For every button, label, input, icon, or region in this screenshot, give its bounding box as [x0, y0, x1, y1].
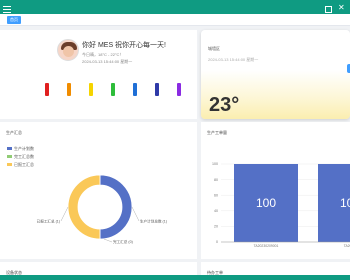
weather-location: 城墙区 [208, 46, 220, 51]
donut-slice-label: 完工汇总 (0) [113, 239, 133, 244]
tab-bar: 首页 [0, 14, 350, 26]
production-donut-chart: 生产计划总数 (1) 已报工汇总 (1) 完工汇总 (0) [37, 174, 167, 244]
avatar [57, 39, 79, 61]
bar-value-label: 100 [340, 196, 350, 210]
donut-slice-label: 生产计划总数 (1) [140, 219, 167, 224]
production-summary-card: 生产汇总 生产计划数 完工汇总数 已报工汇总 生产计划总数 (1) 已报工汇总 (… [0, 122, 197, 259]
color-bar [177, 83, 181, 96]
y-tick-label: 100 [212, 162, 218, 166]
weather-card: 城墙区 2024-03-13 15:44:00 星期一 23° [201, 30, 350, 119]
y-tick-label: 80 [214, 178, 218, 182]
work-order-bar-chart: 0 20 40 60 80 100 100 TA20230209001 100 TA202... [212, 162, 350, 248]
weather-summary: 今日晴，18°C - 22°C！ [82, 52, 124, 57]
donut-slice[interactable] [67, 174, 101, 240]
donut-slice[interactable] [99, 174, 133, 240]
color-bar [89, 83, 93, 96]
welcome-card: 你好 MES 祝你开心每一天! 今日晴，18°C - 22°C！ 2024-03… [0, 30, 197, 119]
y-tick-label: 20 [214, 225, 218, 229]
temperature: 23° [209, 94, 240, 116]
donut-leader-line [131, 206, 140, 222]
color-bar [111, 83, 115, 96]
x-tick-label: TA202... [344, 244, 350, 248]
bottom-strip [0, 275, 350, 280]
fullscreen-icon[interactable] [325, 6, 332, 13]
color-bar [45, 83, 49, 96]
y-tick-label: 0 [216, 240, 218, 244]
y-tick-label: 40 [214, 209, 218, 213]
x-tick-label: TA20230209001 [254, 244, 279, 248]
tab-home[interactable]: 首页 [7, 16, 21, 24]
color-bar [155, 83, 159, 96]
work-order-card: 生产工单量 020406080100100TA20230209001100TA2… [201, 122, 350, 259]
donut-leader-line [103, 238, 113, 243]
y-tick-label: 60 [214, 193, 218, 197]
bar-value-label: 100 [256, 196, 276, 210]
color-bar [67, 83, 71, 96]
current-datetime: 2024-03-13 15:44:00 星期一 [82, 59, 133, 64]
color-bar [133, 83, 137, 96]
donut-slice-label: 已报工汇总 (1) [37, 219, 60, 224]
donut-leader-line [60, 206, 69, 222]
greeting-text: 你好 MES 祝你开心每一天! [82, 42, 167, 49]
color-bars [40, 83, 181, 97]
close-icon[interactable]: ✕ [338, 4, 345, 12]
weather-time: 2024-03-13 15:44:00 星期一 [208, 57, 259, 62]
menu-icon[interactable] [3, 6, 11, 13]
